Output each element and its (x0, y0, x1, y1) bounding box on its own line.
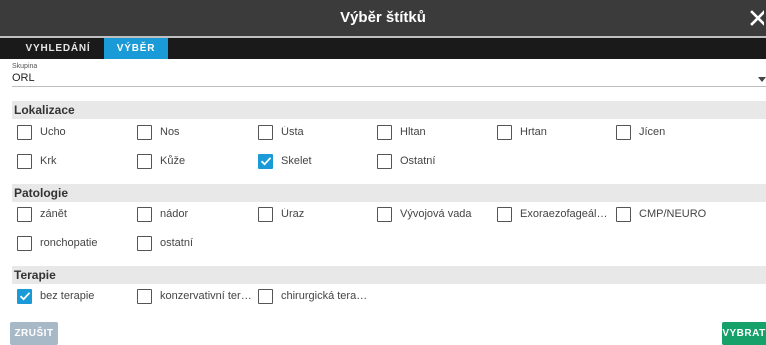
checkbox-uraz[interactable]: Úraz (258, 205, 368, 223)
checkbox-kuze[interactable]: Kůže (137, 152, 247, 170)
checkbox-box[interactable] (137, 206, 152, 222)
checkbox-label: Krk (40, 155, 57, 167)
section-heading: Terapie (14, 268, 56, 282)
dialog-title: Výběr štítků (340, 9, 426, 26)
checkbox-hltan[interactable]: Hltan (377, 123, 487, 141)
checkbox-label: Jícen (639, 126, 666, 138)
checkbox-box[interactable] (616, 124, 631, 140)
checkbox-skelet[interactable]: Skelet (258, 152, 368, 170)
checkbox-nador[interactable]: nádor (137, 205, 247, 223)
checkbox-cmp-neuro[interactable]: CMP/NEURO (616, 205, 726, 223)
checkbox-box[interactable] (17, 153, 32, 169)
checkbox-box[interactable] (137, 288, 152, 304)
checkmark-icon (260, 157, 271, 166)
checkbox-label: Skelet (281, 155, 312, 167)
checkbox-box[interactable] (377, 206, 392, 222)
section-heading: Patologie (14, 186, 69, 200)
cancel-button[interactable]: ZRUŠIT (10, 322, 58, 345)
checkmark-icon (19, 292, 30, 301)
checkbox-box[interactable] (137, 235, 152, 251)
checkbox-box[interactable] (497, 124, 512, 140)
checkbox-label: Nos (160, 126, 180, 138)
section-heading: Lokalizace (14, 103, 75, 117)
checkbox-box[interactable] (258, 124, 273, 140)
section-patologie: Patologie (12, 184, 766, 202)
checkbox-label: Ostatní (400, 155, 436, 167)
checkbox-box[interactable] (17, 124, 32, 140)
checkbox-label: Ucho (40, 126, 66, 138)
checkbox-exoraezofagealni[interactable]: Exoraezofageáln… (497, 205, 612, 223)
group-select-label: Skupina (12, 63, 38, 70)
checkbox-ronchopatie[interactable]: ronchopatie (17, 234, 132, 252)
checkbox-label: nádor (160, 208, 189, 220)
checkbox-label: zánět (40, 208, 67, 220)
checkbox-box[interactable] (17, 206, 32, 222)
tab-vyber[interactable]: VÝBĚR (104, 38, 168, 59)
checkbox-label: Exoraezofageáln… (520, 208, 612, 220)
checkbox-usta[interactable]: Ústa (258, 123, 368, 141)
checkbox-box[interactable] (258, 288, 273, 304)
checkbox-label: Vývojová vada (400, 208, 472, 220)
checkbox-zanet[interactable]: zánět (17, 205, 127, 223)
checkbox-label: Kůže (160, 155, 186, 167)
checkbox-chirurgicka-terapie[interactable]: chirurgická tera… (258, 287, 370, 305)
checkbox-box[interactable] (137, 153, 152, 169)
checkbox-box[interactable] (377, 153, 392, 169)
checkbox-label: chirurgická tera… (281, 290, 368, 302)
checkbox-label: ostatní (160, 237, 194, 249)
checkbox-krk[interactable]: Krk (17, 152, 127, 170)
checkbox-box[interactable] (137, 124, 152, 140)
checkbox-label: Úraz (281, 208, 305, 220)
checkbox-ostatni-patologie[interactable]: ostatní (137, 234, 247, 252)
checkbox-label: bez terapie (40, 290, 95, 302)
checkbox-box[interactable] (616, 206, 631, 222)
checkbox-bez-terapie[interactable]: bez terapie (17, 287, 127, 305)
tab-vyhledani[interactable]: VYHLEDÁNÍ (12, 38, 104, 59)
section-lokalizace: Lokalizace (12, 101, 766, 119)
close-icon[interactable] (750, 6, 764, 30)
checkbox-label: ronchopatie (40, 237, 98, 249)
select-button[interactable]: VYBRAT (722, 322, 766, 345)
dialog-titlebar: Výběr štítků (0, 0, 766, 36)
checkbox-label: konzervativní ter… (160, 290, 252, 302)
group-select[interactable]: Skupina ORL (12, 62, 766, 87)
checkbox-box[interactable] (497, 206, 512, 222)
checkbox-hrtan[interactable]: Hrtan (497, 123, 607, 141)
checkbox-box[interactable] (377, 124, 392, 140)
tab-bar: VYHLEDÁNÍ VÝBĚR (0, 36, 766, 59)
checkbox-box[interactable] (17, 235, 32, 251)
checkbox-vyvojova-vada[interactable]: Vývojová vada (377, 205, 492, 223)
checkbox-box-checked[interactable] (258, 153, 273, 169)
checkbox-ucho[interactable]: Ucho (17, 123, 127, 141)
checkbox-box[interactable] (258, 206, 273, 222)
checkbox-konzervativni-terapie[interactable]: konzervativní ter… (137, 287, 253, 305)
checkbox-label: Ústa (281, 126, 304, 138)
checkbox-nos[interactable]: Nos (137, 123, 247, 141)
checkbox-box-checked[interactable] (17, 288, 32, 304)
checkbox-label: CMP/NEURO (639, 208, 707, 220)
checkbox-label: Hltan (400, 126, 426, 138)
checkbox-jicen[interactable]: Jícen (616, 123, 726, 141)
dropdown-arrow-icon[interactable] (758, 70, 766, 82)
section-terapie: Terapie (12, 266, 766, 284)
checkbox-ostatni[interactable]: Ostatní (377, 152, 487, 170)
checkbox-label: Hrtan (520, 126, 547, 138)
group-select-value: ORL (12, 72, 35, 84)
